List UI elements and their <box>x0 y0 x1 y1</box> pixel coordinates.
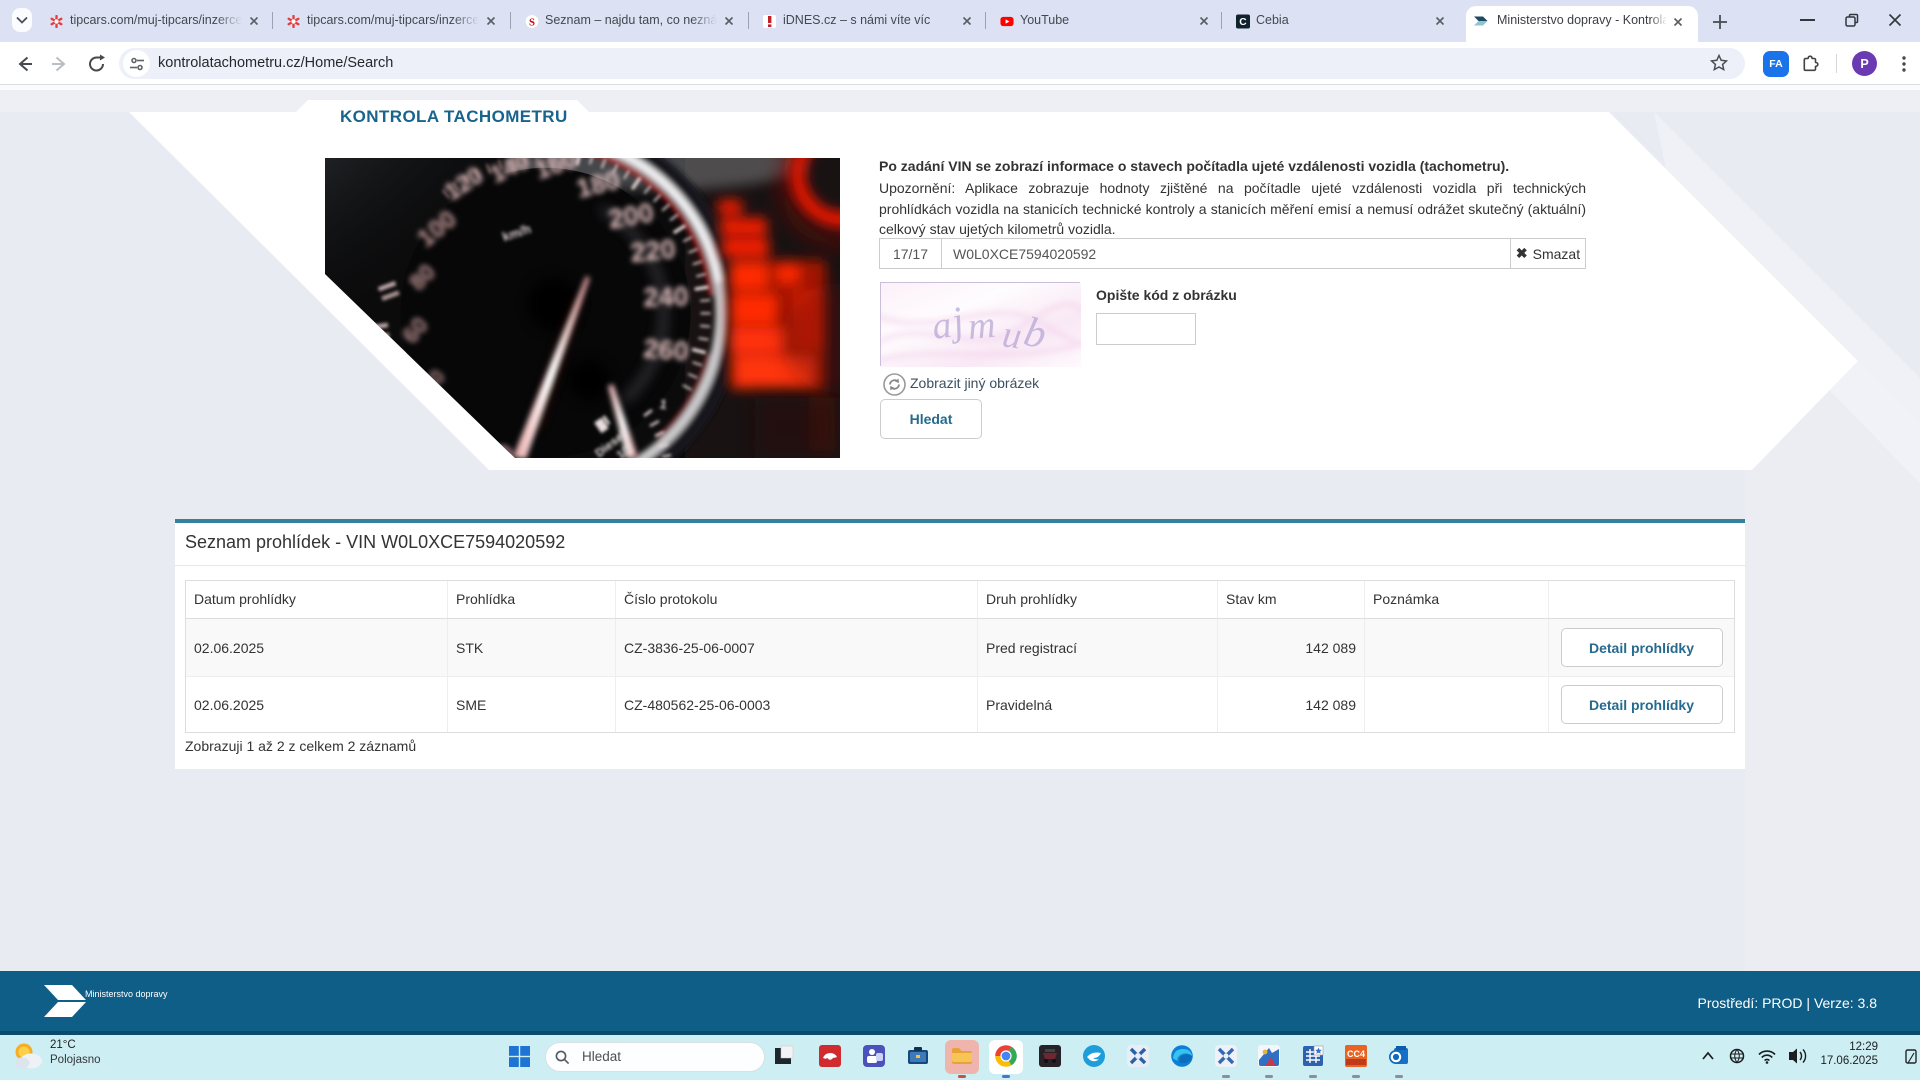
svg-text:C: C <box>1239 17 1247 28</box>
svg-text:240: 240 <box>643 281 689 313</box>
svg-text:CC4: CC4 <box>1347 1049 1365 1059</box>
svg-text:Ministerstvo dopravy: Ministerstvo dopravy <box>85 989 168 999</box>
svg-text:m: m <box>966 304 997 348</box>
svg-text:260: 260 <box>642 333 689 366</box>
svg-text:S: S <box>529 16 535 28</box>
svg-text:220: 220 <box>629 234 677 269</box>
svg-text:Prostředí: PROD | Verze: 3.8: Prostředí: PROD | Verze: 3.8 <box>1698 995 1878 1011</box>
